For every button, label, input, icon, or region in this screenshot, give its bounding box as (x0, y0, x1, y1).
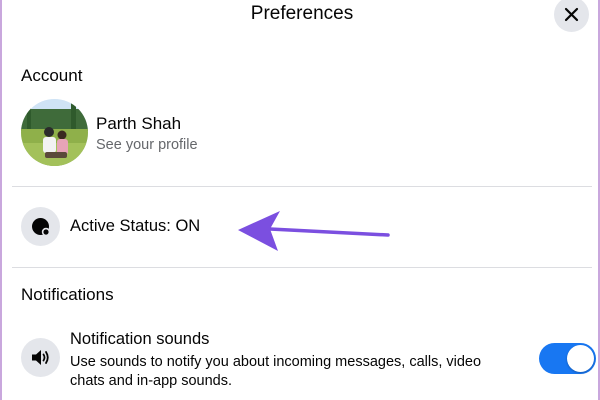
profile-name[interactable]: Parth Shah (96, 114, 181, 134)
active-status-icon (32, 218, 51, 237)
notifications-heading: Notifications (21, 285, 114, 304)
see-profile-link[interactable]: See your profile (96, 137, 198, 153)
notification-sounds-toggle[interactable] (539, 343, 596, 374)
close-icon (564, 7, 579, 22)
avatar[interactable] (21, 99, 88, 166)
account-heading: Account (21, 66, 83, 85)
divider (12, 186, 592, 187)
active-status-label[interactable]: Active Status: ON (70, 217, 200, 236)
active-status-button[interactable] (21, 207, 60, 246)
notification-sounds-description: Use sounds to notify you about incoming … (70, 354, 482, 389)
notification-sounds-label: Notification sounds (70, 330, 210, 348)
dialog-title: Preferences (250, 3, 354, 24)
dialog-header: Preferences (2, 0, 598, 32)
speaker-icon (32, 350, 49, 365)
profile-photo (21, 99, 88, 166)
notification-sounds-icon-button (21, 338, 60, 377)
arrow-annotation (238, 211, 390, 251)
preferences-dialog: Preferences Account Parth Shah See your … (0, 0, 600, 400)
close-button[interactable] (554, 0, 589, 32)
toggle-knob (567, 345, 594, 372)
divider (12, 267, 592, 268)
